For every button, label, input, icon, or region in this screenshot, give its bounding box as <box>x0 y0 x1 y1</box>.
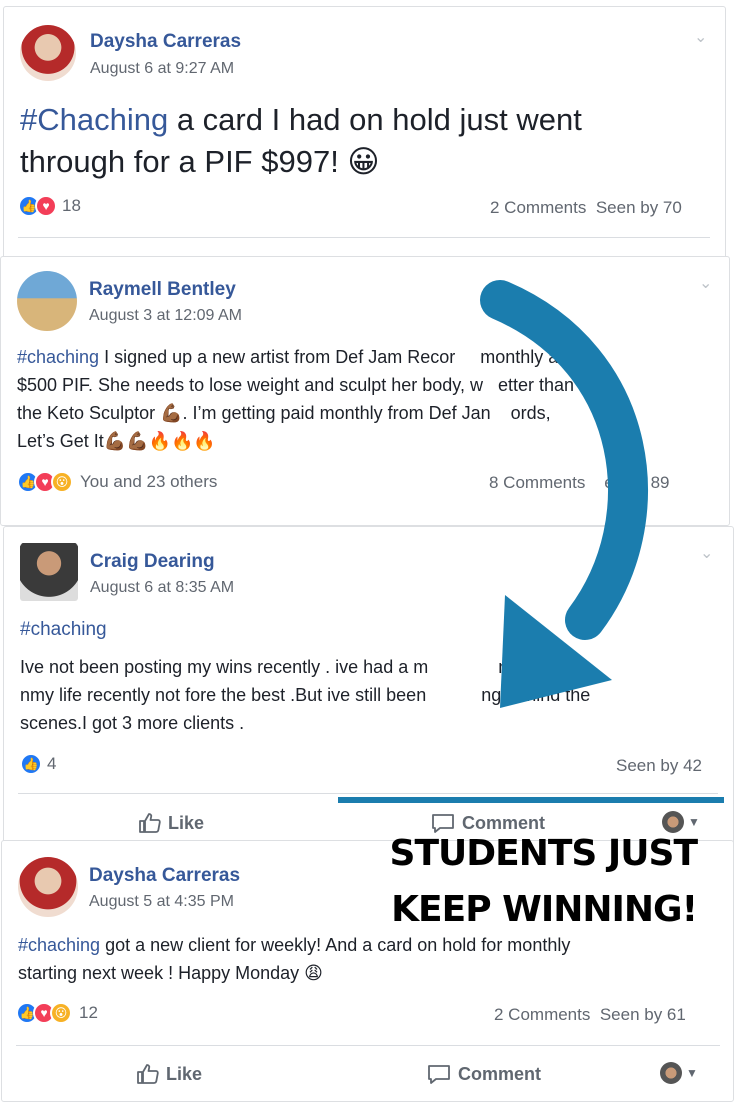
banner-headline: STUDENTS JUST KEEP WINNING! <box>389 826 698 938</box>
banner-line-2: KEEP WINNING! <box>391 889 698 930</box>
banner-line-1: STUDENTS JUST <box>389 833 698 874</box>
accent-underline <box>338 797 724 803</box>
